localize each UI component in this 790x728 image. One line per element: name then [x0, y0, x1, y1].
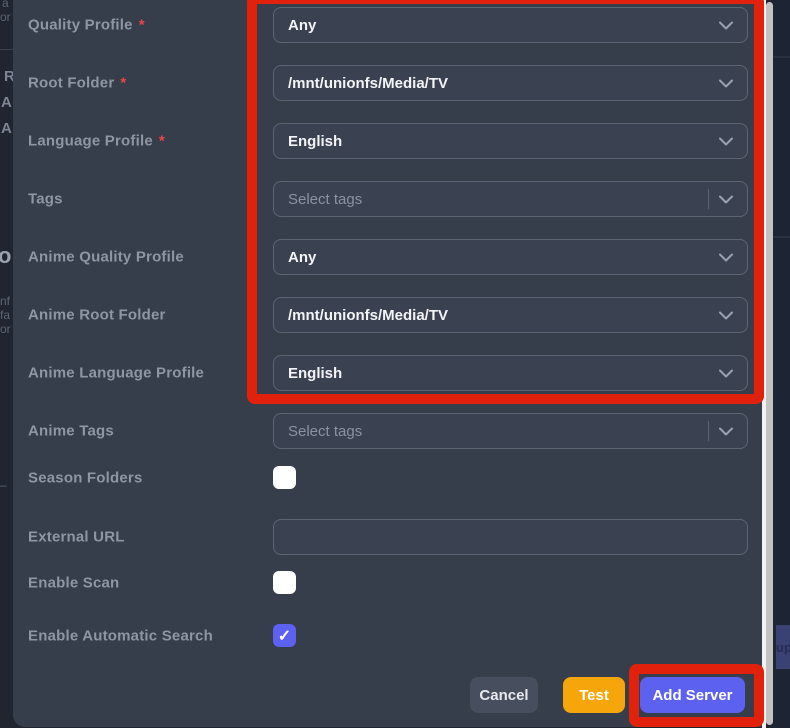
form-row-anime-root-folder: Anime Root Folder /mnt/unionfs/Media/TV	[13, 297, 762, 333]
backdrop-button-fragment: up	[776, 625, 790, 669]
quality-profile-select[interactable]: Any	[273, 7, 748, 43]
enable-scan-label: Enable Scan	[28, 574, 120, 591]
quality-profile-label: Quality Profile *	[28, 16, 145, 34]
form-row-season-folders: Season Folders	[13, 466, 762, 489]
chevron-down-icon	[719, 21, 733, 30]
page-backdrop-left: a or R A A o nf fa or –	[0, 0, 13, 728]
root-folder-select[interactable]: /mnt/unionfs/Media/TV	[273, 65, 748, 101]
external-url-input[interactable]	[273, 519, 748, 555]
form-row-root-folder: Root Folder * /mnt/unionfs/Media/TV	[13, 65, 762, 101]
backdrop-text-fragment: –	[0, 478, 7, 492]
form-row-enable-scan: Enable Scan	[13, 571, 762, 594]
root-folder-label: Root Folder *	[28, 74, 127, 92]
page-backdrop-right: up	[773, 0, 790, 728]
add-server-modal: Quality Profile * Any Root Folder * /mnt/u…	[13, 0, 762, 727]
form-row-anime-tags: Anime Tags Select tags	[13, 413, 762, 449]
backdrop-text-fragment: or	[0, 10, 11, 24]
form-row-external-url: External URL	[13, 519, 762, 555]
select-separator	[708, 421, 709, 441]
backdrop-divider	[773, 56, 790, 58]
test-button[interactable]: Test	[563, 677, 625, 713]
language-profile-label: Language Profile *	[28, 132, 165, 150]
season-folders-checkbox[interactable]	[273, 466, 296, 489]
checkmark-icon: ✓	[277, 627, 292, 645]
enable-automatic-search-checkbox[interactable]: ✓	[273, 624, 296, 647]
add-server-button[interactable]: Add Server	[640, 677, 745, 713]
form-row-language-profile: Language Profile * English	[13, 123, 762, 159]
backdrop-text-fragment: R	[4, 68, 13, 85]
anime-language-profile-select[interactable]: English	[273, 355, 748, 391]
required-asterisk: *	[120, 74, 127, 92]
season-folders-label: Season Folders	[28, 469, 143, 486]
form-row-anime-quality-profile: Anime Quality Profile Any	[13, 239, 762, 275]
select-separator	[708, 189, 709, 209]
anime-root-folder-select[interactable]: /mnt/unionfs/Media/TV	[273, 297, 748, 333]
required-asterisk: *	[158, 132, 165, 150]
external-url-label: External URL	[28, 528, 125, 546]
chevron-down-icon	[719, 79, 733, 88]
backdrop-text-fragment: o	[0, 243, 12, 268]
enable-scan-checkbox[interactable]	[273, 571, 296, 594]
chevron-down-icon	[719, 253, 733, 262]
chevron-down-icon	[719, 195, 733, 204]
language-profile-select[interactable]: English	[273, 123, 748, 159]
chevron-down-icon	[719, 137, 733, 146]
backdrop-divider	[0, 49, 13, 50]
tags-multiselect[interactable]: Select tags	[273, 181, 748, 217]
form-row-anime-language-profile: Anime Language Profile English	[13, 355, 762, 391]
anime-tags-label: Anime Tags	[28, 422, 114, 440]
required-asterisk: *	[138, 16, 145, 34]
anime-root-folder-label: Anime Root Folder	[28, 306, 166, 324]
chevron-down-icon	[719, 369, 733, 378]
anime-quality-profile-label: Anime Quality Profile	[28, 248, 184, 266]
chevron-down-icon	[719, 311, 733, 320]
form-row-quality-profile: Quality Profile * Any	[13, 7, 762, 43]
chevron-down-icon	[719, 427, 733, 436]
backdrop-text-fragment: a	[2, 0, 9, 10]
form-row-enable-automatic-search: Enable Automatic Search ✓	[13, 624, 762, 647]
cancel-button[interactable]: Cancel	[470, 677, 538, 713]
anime-tags-multiselect[interactable]: Select tags	[273, 413, 748, 449]
backdrop-text-fragment: or	[0, 322, 11, 336]
anime-language-profile-label: Anime Language Profile	[28, 364, 205, 382]
enable-automatic-search-label: Enable Automatic Search	[28, 627, 213, 644]
form-row-tags: Tags Select tags	[13, 181, 762, 217]
anime-quality-profile-select[interactable]: Any	[273, 239, 748, 275]
backdrop-text-fragment: A	[1, 94, 12, 111]
backdrop-divider	[773, 236, 790, 238]
tags-label: Tags	[28, 190, 63, 208]
scrollbar-thumb[interactable]	[766, 2, 773, 725]
backdrop-text-fragment: fa	[0, 308, 11, 322]
backdrop-text-fragment: nf	[0, 294, 11, 308]
backdrop-text-fragment: A	[1, 120, 12, 137]
